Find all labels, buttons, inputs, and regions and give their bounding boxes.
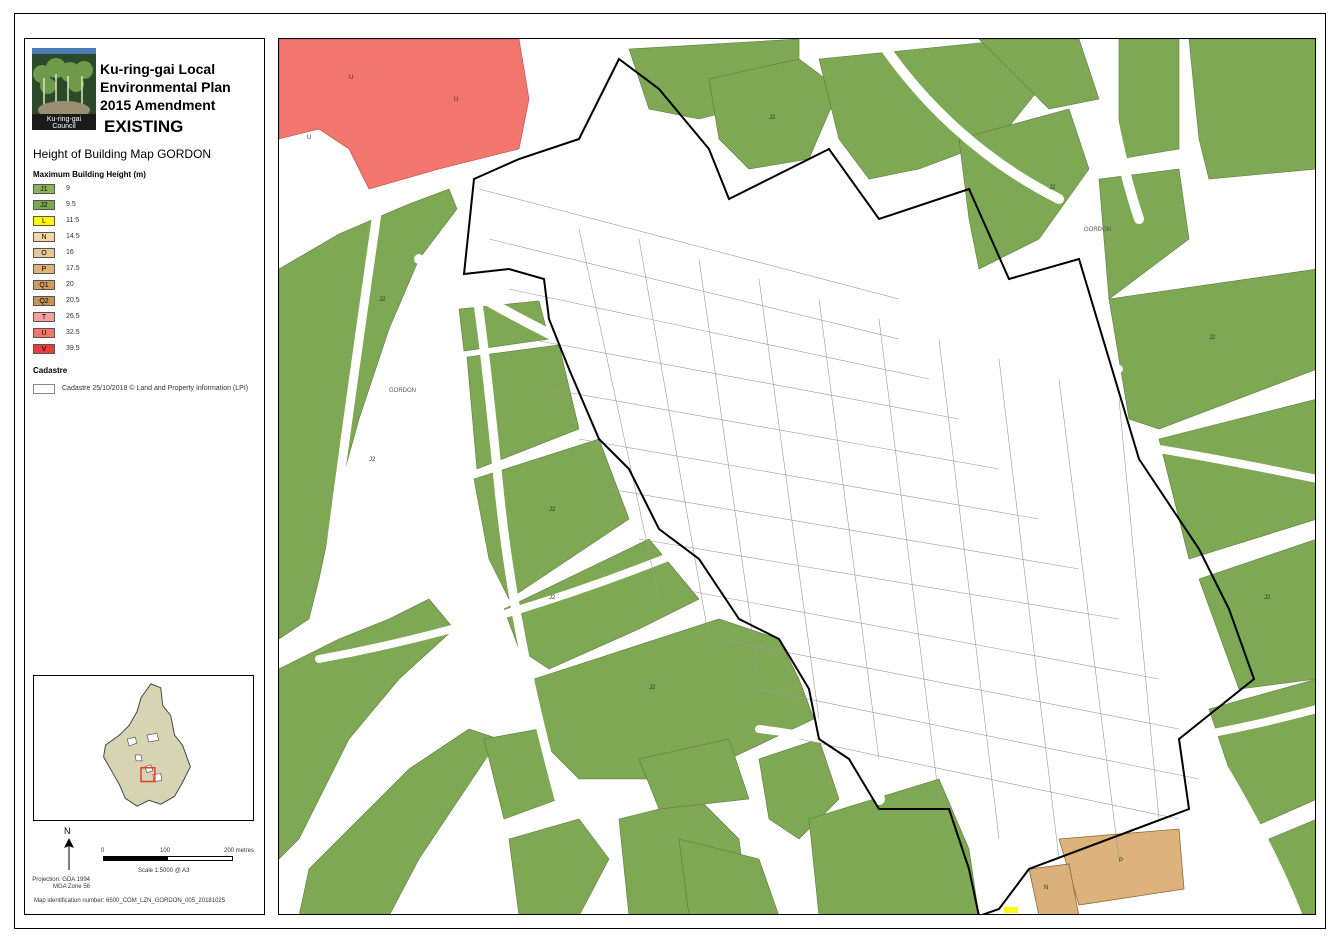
legend-swatch: Q2 <box>33 296 55 306</box>
map-identification: Map identification number: 6500_COM_LZN_… <box>34 898 226 904</box>
legend-row-q2: Q2 20.5 <box>33 296 253 308</box>
legend-row-l: L 11.5 <box>33 216 253 228</box>
legend-heading: Maximum Building Height (m) <box>33 170 146 179</box>
locality-inset-map <box>33 675 254 821</box>
legend-row-v: V 39.5 <box>33 344 253 356</box>
label-zone-j2-1: J2 <box>379 297 386 303</box>
label-zone-u-2: U <box>454 97 458 103</box>
legend-row-q1: Q1 20 <box>33 280 253 292</box>
label-suburb-west: GORDON <box>389 388 416 394</box>
scale-tick-0: 0 <box>101 848 105 854</box>
legend-value: 26.5 <box>66 313 80 320</box>
scale-bar <box>103 856 233 861</box>
label-zone-j2-7: J2 <box>1049 185 1056 191</box>
map-title: Ku-ring-gai Local Environmental Plan 201… <box>100 60 231 114</box>
map-frame[interactable]: U U U J2 J2 J2 J2 J2 J2 J2 J2 J2 P N GOR… <box>278 38 1316 915</box>
label-zone-j2-3: J2 <box>549 507 556 513</box>
projection-line-1: Projection: GDA 1994 <box>32 877 90 883</box>
legend-value: 20 <box>66 281 74 288</box>
zone-l-area <box>1004 907 1018 913</box>
label-zone-p: P <box>1119 858 1123 864</box>
legend-row-u: U 32.5 <box>33 328 253 340</box>
council-logo: Ku-ring-gai Council <box>32 48 96 130</box>
map-subtitle: Height of Building Map GORDON <box>33 147 212 161</box>
legend-row-t: T 26.5 <box>33 312 253 324</box>
label-zone-u-1: U <box>349 75 353 81</box>
legend-swatch: L <box>33 216 55 226</box>
legend-value: 17.5 <box>66 265 80 272</box>
legend-swatch: O <box>33 248 55 258</box>
legend-swatch: P <box>33 264 55 274</box>
legend-row-o: O 16 <box>33 248 253 260</box>
cadastre-text: Cadastre 25/10/2018 © Land and Property … <box>62 385 249 392</box>
legend-value: 9.5 <box>66 201 76 208</box>
label-zone-j2-4: J2 <box>549 595 556 601</box>
north-label: N <box>64 826 71 836</box>
legend-value: 9 <box>66 185 70 192</box>
legend-value: 14.5 <box>66 233 80 240</box>
scale-tick-100: 100 <box>160 848 171 854</box>
legend-value: 16 <box>66 249 74 256</box>
scale-tick-200: 200 metres <box>224 848 255 854</box>
legend-swatch: N <box>33 232 55 242</box>
north-arrow-icon <box>64 838 74 870</box>
logo-text-line2: Council <box>52 123 76 130</box>
title-line-1: Ku-ring-gai Local <box>100 61 216 77</box>
logo-text-line1: Ku-ring-gai <box>47 116 82 123</box>
label-zone-n: N <box>1044 885 1048 891</box>
legend-swatch: Q1 <box>33 280 55 290</box>
legend-row-j1: J1 9 <box>33 184 253 196</box>
title-line-3: 2015 Amendment <box>100 97 216 113</box>
cadastre-heading: Cadastre <box>33 366 68 375</box>
cadastre-swatch <box>33 384 55 394</box>
label-zone-j2-6: J2 <box>769 115 776 121</box>
legend-value: 20.5 <box>66 297 80 304</box>
legend-value: 32.5 <box>66 329 80 336</box>
map-canvas[interactable]: U U U J2 J2 J2 J2 J2 J2 J2 J2 J2 P N GOR… <box>279 39 1316 915</box>
label-zone-j2-9: J2 <box>1264 595 1271 601</box>
legend-swatch: V <box>33 344 55 354</box>
legend-swatch: J2 <box>33 200 55 210</box>
legend-row-p: P 17.5 <box>33 264 253 276</box>
label-zone-j2-8: J2 <box>1209 335 1216 341</box>
label-zone-u-3: U <box>307 135 311 141</box>
legend-value: 11.5 <box>66 217 80 224</box>
label-zone-j2-2: J2 <box>369 457 376 463</box>
title-line-2: Environmental Plan <box>100 79 231 95</box>
label-zone-j2-5: J2 <box>649 685 656 691</box>
legend-swatch: J1 <box>33 184 55 194</box>
legend-value: 39.5 <box>66 345 80 352</box>
legend-row-n: N 14.5 <box>33 232 253 244</box>
legend-row-j2: J2 9.5 <box>33 200 253 212</box>
label-suburb-east: GORDON <box>1084 227 1111 233</box>
projection-line-2: MGA Zone 56 <box>52 884 90 890</box>
status-label: EXISTING <box>104 117 184 136</box>
legend-swatch: T <box>33 312 55 322</box>
scale-text: Scale 1:5000 @ A3 <box>138 868 190 874</box>
legend-swatch: U <box>33 328 55 338</box>
